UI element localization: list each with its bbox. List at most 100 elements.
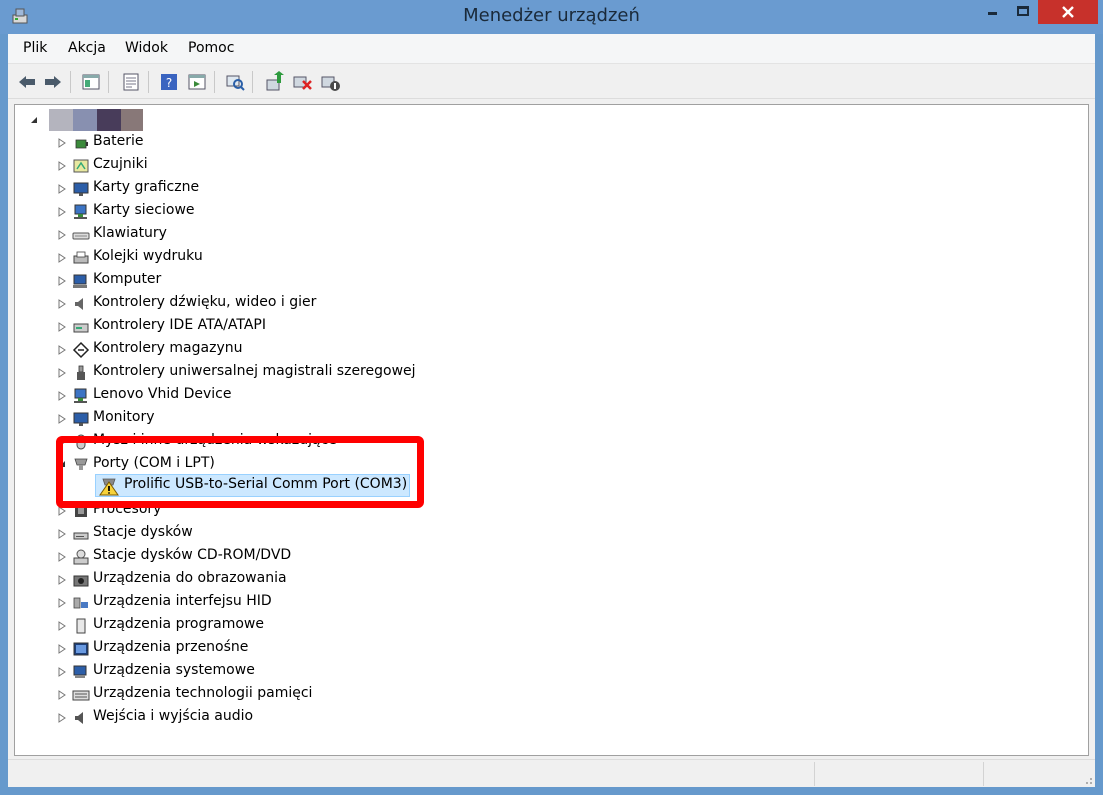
tree-item[interactable]: Wejścia i wyjścia audio: [15, 707, 615, 729]
expand-arrow-icon[interactable]: [57, 252, 67, 264]
status-bar: [8, 759, 1095, 787]
expand-arrow-icon[interactable]: [57, 321, 67, 333]
console-tree-icon[interactable]: [80, 71, 102, 93]
toolbar-separator: [252, 71, 253, 93]
toolbar-separator: [148, 71, 149, 93]
tree-item-label: Urządzenia technologii pamięci: [93, 685, 313, 701]
network-adapter-icon: [74, 204, 87, 219]
sensor-icon: [73, 159, 89, 173]
minimize-button[interactable]: [975, 0, 1009, 24]
expand-arrow-icon[interactable]: [57, 183, 67, 195]
root-computer-node[interactable]: [49, 109, 143, 131]
expand-arrow-icon[interactable]: [57, 551, 67, 563]
expand-arrow-icon[interactable]: [57, 298, 67, 310]
device-tree[interactable]: Baterie Czujniki Karty graficzne Karty siec…: [14, 104, 1089, 756]
tree-item-label: Wejścia i wyjścia audio: [93, 708, 254, 724]
tree-item-label: Urządzenia systemowe: [93, 662, 255, 678]
tree-item-label: Baterie: [93, 133, 144, 149]
forward-icon[interactable]: [42, 71, 64, 93]
tree-item-label: Kontrolery uniwersalnej magistrali szere…: [93, 363, 416, 379]
tree-item[interactable]: Stacje dysków CD-ROM/DVD: [15, 546, 615, 568]
resize-grip-icon[interactable]: [1081, 773, 1093, 785]
tree-item[interactable]: Kolejki wydruku: [15, 247, 615, 269]
expand-arrow-icon[interactable]: [57, 390, 67, 402]
tree-item[interactable]: Stacje dysków: [15, 523, 615, 545]
tree-item-label: Stacje dysków: [93, 524, 193, 540]
back-icon[interactable]: [16, 71, 38, 93]
printer-icon: [73, 251, 89, 264]
battery-icon: [75, 139, 88, 149]
tree-item-label: Urządzenia interfejsu HID: [93, 593, 272, 609]
tree-item-label: Kontrolery dźwięku, wideo i gier: [93, 294, 317, 310]
expand-arrow-icon[interactable]: [57, 275, 67, 287]
toolbar-separator: [214, 71, 215, 93]
tree-item[interactable]: Czujniki: [15, 155, 615, 177]
expand-arrow-icon[interactable]: [57, 666, 67, 678]
expand-arrow-icon[interactable]: [57, 206, 67, 218]
disable-icon[interactable]: [320, 71, 342, 93]
properties-icon[interactable]: [120, 71, 142, 93]
expand-arrow-icon[interactable]: [57, 528, 67, 540]
tree-item[interactable]: Urządzenia do obrazowania: [15, 569, 615, 591]
expand-arrow-icon[interactable]: [57, 137, 67, 149]
toolbar-separator: [108, 71, 109, 93]
tree-item[interactable]: Urządzenia programowe: [15, 615, 615, 637]
expand-arrow-icon[interactable]: [57, 620, 67, 632]
cdrom-icon: [73, 549, 89, 565]
tree-item[interactable]: Urządzenia technologii pamięci: [15, 684, 615, 706]
memory-device-icon: [72, 690, 90, 701]
highlight-annotation: [56, 436, 424, 508]
tree-item[interactable]: Kontrolery uniwersalnej magistrali szere…: [15, 362, 615, 384]
expand-arrow-icon[interactable]: [57, 597, 67, 609]
expand-arrow-icon[interactable]: [57, 643, 67, 655]
expand-arrow-icon[interactable]: [57, 229, 67, 241]
tree-item[interactable]: Karty graficzne: [15, 178, 615, 200]
expand-arrow-icon[interactable]: [57, 367, 67, 379]
maximize-button[interactable]: [1009, 0, 1036, 24]
help-icon[interactable]: ?: [158, 71, 180, 93]
maximize-icon: [1017, 6, 1029, 16]
monitor-icon: [73, 412, 89, 426]
collapse-arrow-icon[interactable]: [29, 115, 39, 127]
expand-arrow-icon[interactable]: [57, 712, 67, 724]
uninstall-icon[interactable]: [292, 71, 314, 93]
tree-item[interactable]: Kontrolery IDE ATA/ATAPI: [15, 316, 615, 338]
expand-arrow-icon[interactable]: [57, 689, 67, 701]
tree-item[interactable]: Kontrolery magazynu: [15, 339, 615, 361]
tree-item[interactable]: Urządzenia systemowe: [15, 661, 615, 683]
expand-arrow-icon[interactable]: [57, 574, 67, 586]
close-button[interactable]: [1038, 0, 1098, 24]
tree-item[interactable]: Karty sieciowe: [15, 201, 615, 223]
tree-item[interactable]: Urządzenia przenośne: [15, 638, 615, 660]
tree-item[interactable]: Baterie: [15, 132, 615, 154]
expand-arrow-icon[interactable]: [57, 344, 67, 356]
tree-item-label: Czujniki: [93, 156, 148, 172]
tree-item[interactable]: Kontrolery dźwięku, wideo i gier: [15, 293, 615, 315]
tree-item[interactable]: Komputer: [15, 270, 615, 292]
menu-file[interactable]: Plik: [23, 40, 47, 56]
usb-controller-icon: [77, 365, 85, 380]
tree-item-label: Klawiatury: [93, 225, 167, 241]
tree-item[interactable]: Monitory: [15, 408, 615, 430]
expand-arrow-icon[interactable]: [57, 413, 67, 425]
toolbar: ?: [8, 65, 1095, 99]
toolbar-separator: [70, 71, 71, 93]
scan-hardware-icon[interactable]: [224, 71, 246, 93]
show-hidden-icon[interactable]: [186, 71, 208, 93]
tree-item[interactable]: Klawiatury: [15, 224, 615, 246]
tree-item-label: Urządzenia programowe: [93, 616, 264, 632]
redacted-block: [49, 109, 73, 131]
tree-item-label: Kontrolery magazynu: [93, 340, 243, 356]
menu-help[interactable]: Pomoc: [188, 40, 234, 56]
storage-controller-icon: [72, 341, 90, 359]
status-separator: [814, 762, 815, 786]
update-driver-icon[interactable]: [264, 71, 286, 93]
software-device-icon: [76, 618, 86, 634]
title-bar[interactable]: Menedżer urządzeń: [0, 0, 1103, 34]
tree-item[interactable]: Lenovo Vhid Device: [15, 385, 615, 407]
expand-arrow-icon[interactable]: [57, 160, 67, 172]
menu-view[interactable]: Widok: [125, 40, 168, 56]
menu-action[interactable]: Akcja: [68, 40, 106, 56]
imaging-device-icon: [73, 575, 89, 587]
tree-item[interactable]: Urządzenia interfejsu HID: [15, 592, 615, 614]
